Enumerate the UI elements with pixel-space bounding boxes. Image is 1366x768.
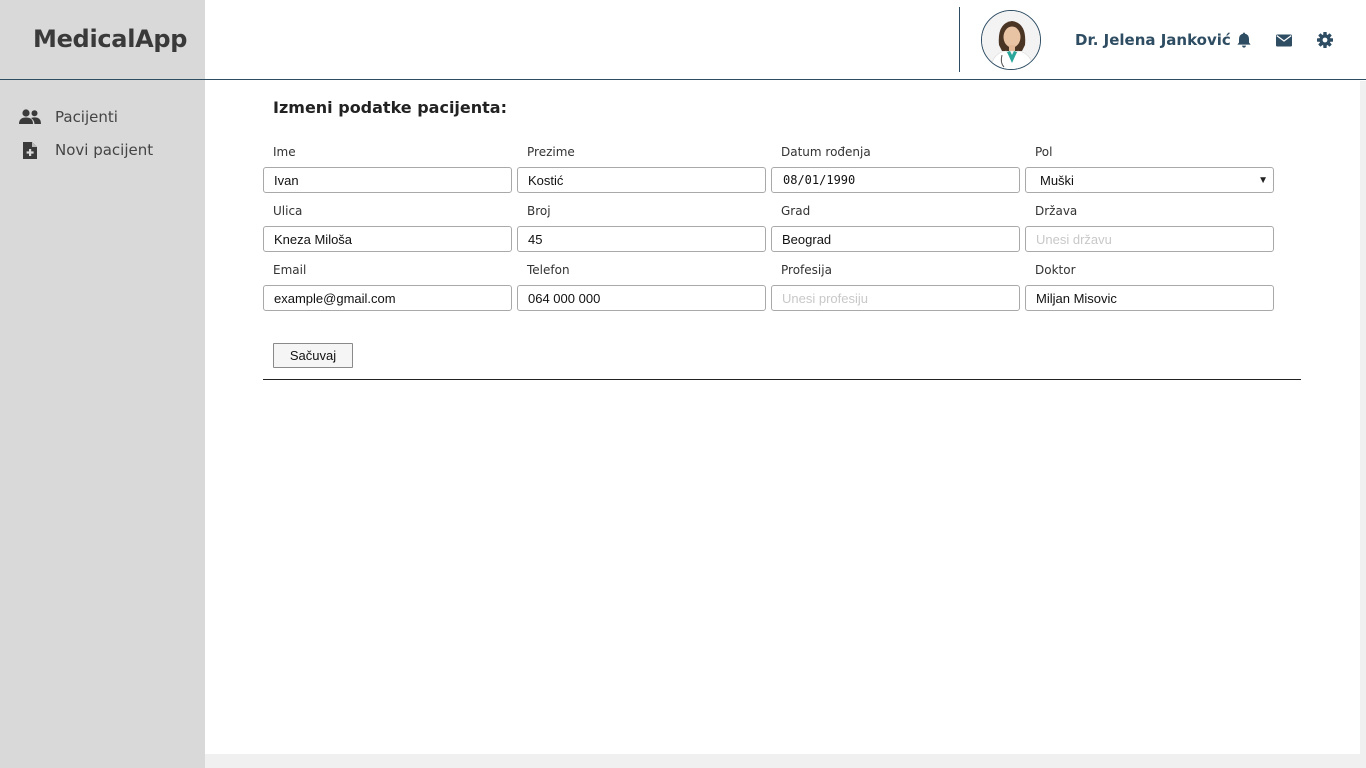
form-divider <box>263 379 1301 380</box>
save-button[interactable]: Sačuvaj <box>273 343 353 368</box>
broj-input[interactable] <box>517 226 766 252</box>
doctor-avatar-image <box>982 11 1040 69</box>
field-label: Telefon <box>527 263 570 277</box>
field-label: Grad <box>781 204 811 218</box>
field-label: Država <box>1035 204 1078 218</box>
bell-icon[interactable] <box>1235 30 1253 50</box>
field-label: Pol <box>1035 145 1053 159</box>
field-datum-rodjenja: Datum rođenja 08/01/1990 <box>771 145 1020 193</box>
datum-rodjenja-input[interactable]: 08/01/1990 <box>771 167 1020 193</box>
field-prezime: Prezime <box>517 145 766 193</box>
field-label: Profesija <box>781 263 832 277</box>
scrollbar-track[interactable] <box>1360 81 1366 768</box>
sidebar-item-label: Novi pacijent <box>55 141 154 159</box>
user-name[interactable]: Dr. Jelena Janković <box>1075 31 1231 49</box>
field-doktor: Doktor <box>1025 263 1274 311</box>
ime-input[interactable] <box>263 167 512 193</box>
field-label: Prezime <box>527 145 575 159</box>
profesija-input[interactable] <box>771 285 1020 311</box>
field-drzava: Država <box>1025 204 1274 252</box>
doktor-input[interactable] <box>1025 285 1274 311</box>
field-label: Doktor <box>1035 263 1076 277</box>
sidebar-item-novi-pacijent[interactable]: Novi pacijent <box>18 138 153 162</box>
field-label: Datum rođenja <box>781 145 871 159</box>
field-label: Broj <box>527 204 551 218</box>
telefon-input[interactable] <box>517 285 766 311</box>
pol-selected-value: Muški <box>1040 172 1074 188</box>
field-pol: Pol Muški ▼ <box>1025 145 1274 193</box>
field-telefon: Telefon <box>517 263 766 311</box>
drzava-input[interactable] <box>1025 226 1274 252</box>
main-content: Izmeni podatke pacijenta: Ime Prezime Da… <box>205 81 1360 754</box>
page-title: Izmeni podatke pacijenta: <box>273 98 507 117</box>
sidebar: MedicalApp Pacijenti Novi pacijent <box>0 0 205 768</box>
field-ime: Ime <box>263 145 512 193</box>
envelope-icon[interactable] <box>1275 30 1293 50</box>
sidebar-item-label: Pacijenti <box>55 108 118 126</box>
field-ulica: Ulica <box>263 204 512 252</box>
field-email: Email <box>263 263 512 311</box>
field-label: Ime <box>273 145 296 159</box>
prezime-input[interactable] <box>517 167 766 193</box>
file-medical-icon <box>18 140 42 160</box>
caret-down-icon: ▼ <box>1258 174 1268 186</box>
users-icon <box>18 107 42 127</box>
field-label: Ulica <box>273 204 303 218</box>
field-label: Email <box>273 263 307 277</box>
field-broj: Broj <box>517 204 766 252</box>
email-input[interactable] <box>263 285 512 311</box>
gear-icon[interactable] <box>1316 30 1334 50</box>
avatar[interactable] <box>981 10 1041 70</box>
app-logo: MedicalApp <box>33 25 188 53</box>
top-header: Dr. Jelena Janković <box>205 0 1366 80</box>
ulica-input[interactable] <box>263 226 512 252</box>
grad-input[interactable] <box>771 226 1020 252</box>
field-grad: Grad <box>771 204 1020 252</box>
sidebar-item-pacijenti[interactable]: Pacijenti <box>18 105 118 129</box>
header-divider <box>959 7 960 72</box>
field-profesija: Profesija <box>771 263 1020 311</box>
pol-select[interactable]: Muški ▼ <box>1025 167 1274 193</box>
sidebar-divider <box>0 79 205 80</box>
bottom-gutter <box>205 754 1366 768</box>
